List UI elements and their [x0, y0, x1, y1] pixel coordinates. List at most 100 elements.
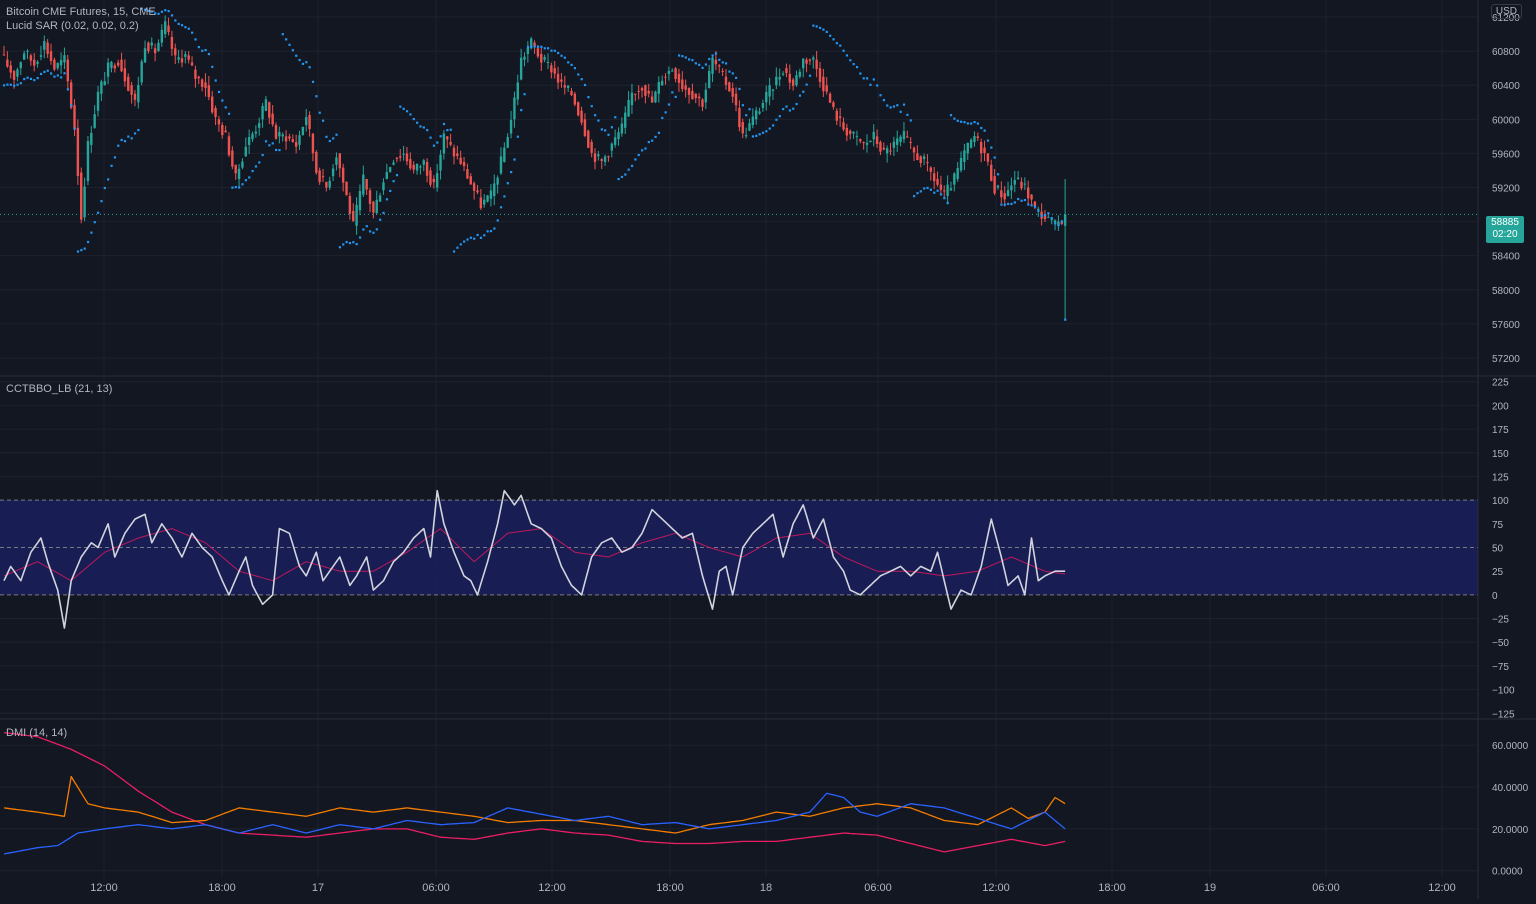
sar-dot [641, 149, 644, 152]
sar-dot [862, 77, 865, 80]
sar-dot [63, 72, 66, 75]
sar-dot [594, 114, 597, 117]
candle-body [597, 154, 600, 157]
sar-dot [1037, 209, 1040, 212]
candle-body [573, 93, 577, 105]
candle-body [234, 164, 237, 174]
sar-dot [654, 135, 657, 138]
candle-body [271, 113, 274, 125]
x-tick-label: 17 [312, 882, 324, 894]
candle-body [566, 85, 570, 89]
sar-dot [913, 195, 916, 198]
sar-dot [9, 83, 12, 86]
sar-dot [254, 165, 258, 168]
sar-dot [563, 56, 566, 59]
sar-dot [808, 74, 812, 77]
sar-dot [916, 192, 919, 195]
candle-body [392, 162, 395, 165]
sar-dot [177, 22, 180, 26]
candle-body [294, 142, 298, 147]
sar-dot [103, 186, 106, 190]
candle-body [882, 147, 885, 150]
candle-body [237, 168, 241, 179]
candle-body [761, 103, 765, 108]
sar-dot [815, 25, 818, 28]
sar-dot [607, 133, 610, 136]
sar-dot [238, 186, 241, 189]
sar-dot [651, 139, 654, 142]
candle-body [197, 76, 200, 79]
sar-dot [224, 106, 227, 109]
candle-body [268, 102, 271, 118]
sar-dot [412, 117, 415, 121]
candle-body [556, 73, 560, 83]
candle-body [922, 156, 926, 160]
candle-body [6, 59, 9, 67]
candle-body [264, 99, 268, 111]
sar-dot [432, 144, 436, 147]
sar-dot [278, 148, 281, 152]
y-tick-label: 57200 [1492, 354, 1520, 365]
x-tick-label: 12:00 [1428, 882, 1456, 894]
sar-dot [731, 72, 734, 75]
y-tick-label: 25 [1492, 567, 1504, 578]
sar-dot [761, 131, 765, 134]
candle-body [503, 147, 506, 162]
sar-dot [879, 94, 882, 97]
candle-body [704, 89, 708, 103]
candle-body [170, 36, 174, 49]
sar-dot [842, 49, 845, 52]
chart-svg[interactable]: 12:00 18:00 17 06:00 12:00 18:00 18 06:00 12:00 1… [0, 0, 1536, 899]
sar-dot [499, 206, 503, 209]
candle-body [825, 85, 828, 92]
candle-body [133, 93, 137, 100]
candle-body [305, 117, 308, 125]
candle-body [714, 59, 718, 65]
sar-dot [348, 241, 352, 245]
candle-body [345, 181, 348, 196]
candle-body [331, 168, 335, 177]
candle-body [583, 119, 587, 136]
sar-dot [489, 230, 493, 233]
candle-body [852, 131, 855, 134]
candle-body [476, 190, 479, 193]
sar-dot [771, 124, 775, 127]
candle-body [892, 141, 896, 148]
sar-dot [123, 140, 127, 143]
candle-body [244, 146, 247, 157]
sar-dot [966, 122, 969, 125]
candle-body [499, 156, 503, 174]
sar-dot [553, 49, 556, 52]
candle-body [113, 65, 117, 69]
candle-body [43, 41, 46, 50]
candle-body [791, 79, 795, 86]
sar-dot [39, 72, 43, 76]
candle-body [859, 139, 862, 142]
sar-dot [802, 90, 805, 93]
sar-dot [288, 43, 291, 46]
sar-dot [127, 135, 130, 138]
sar-dot [768, 127, 771, 130]
sar-dot [308, 66, 311, 69]
candle-body [163, 21, 167, 35]
candle-body [660, 80, 664, 86]
sar-dot [775, 118, 778, 121]
candle-body [953, 173, 956, 185]
sar-dot [533, 45, 536, 48]
sar-dot [402, 107, 405, 110]
candle-body [200, 79, 204, 87]
candle-body [46, 42, 49, 54]
chart-root[interactable]: 12:00 18:00 17 06:00 12:00 18:00 18 06:00 12:00 1… [0, 0, 1536, 899]
sar-dot [167, 10, 170, 13]
candle-body [1033, 201, 1037, 207]
sar-dot [281, 33, 284, 36]
sar-dot [577, 73, 580, 76]
sar-dot [1057, 223, 1060, 227]
sar-dot [543, 47, 546, 50]
candle-body [385, 172, 389, 179]
candle-body [956, 168, 959, 179]
sar-dot [960, 120, 963, 123]
sar-dot [362, 228, 365, 231]
currency-button[interactable]: USD [1490, 4, 1522, 19]
candle-body [728, 82, 731, 92]
